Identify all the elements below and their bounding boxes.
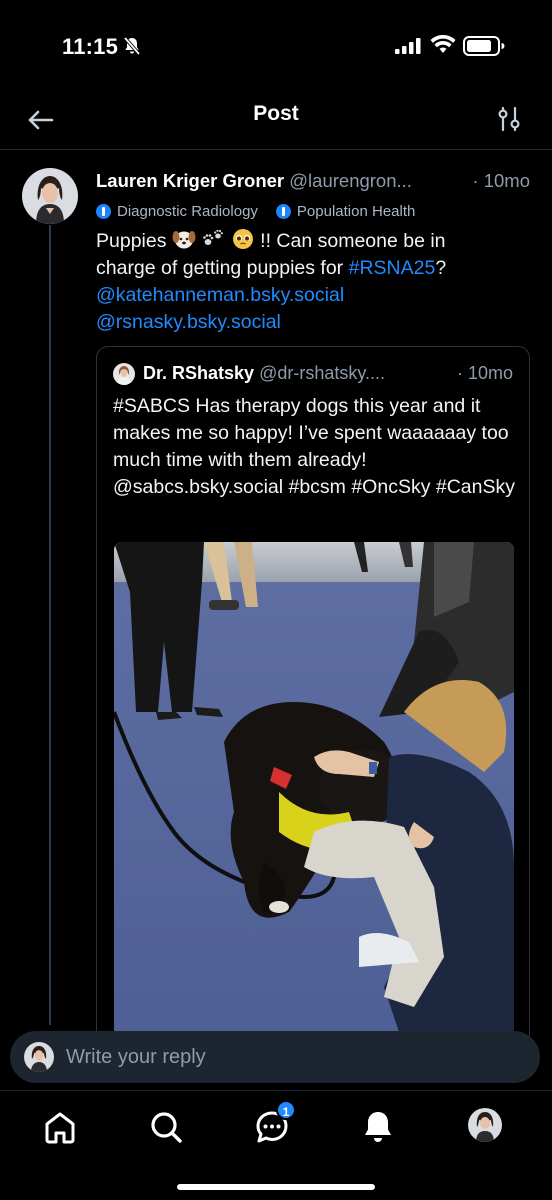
quote-post[interactable]: Dr. RShatsky @dr-rshatsky.... · 10mo #SA…	[96, 346, 530, 1046]
post-text-segment: ?	[435, 257, 447, 279]
notifications-bell-icon[interactable]	[358, 1107, 398, 1147]
quote-author-avatar[interactable]	[113, 363, 135, 385]
profile-labels: Diagnostic Radiology Population Health	[96, 200, 415, 222]
label-text: Diagnostic Radiology	[117, 202, 258, 220]
mention-link[interactable]: @katehanneman.bsky.social	[96, 284, 344, 306]
hashtag-link[interactable]: #RSNA25	[349, 257, 436, 279]
post-image[interactable]	[114, 542, 514, 1042]
avatar-photo	[468, 1108, 502, 1142]
therapy-dog-photo	[114, 542, 514, 1042]
bell-slash-icon	[123, 36, 141, 56]
avatar-photo	[113, 363, 135, 385]
reply-composer[interactable]: Write your reply	[10, 1031, 540, 1083]
home-indicator	[177, 1184, 375, 1190]
post-text: Puppies !! Can someone be in charge of g…	[96, 228, 526, 336]
quote-time[interactable]: · 10mo	[457, 363, 513, 384]
cellular-signal-icon	[395, 38, 421, 54]
reply-placeholder[interactable]: Write your reply	[66, 1046, 206, 1069]
wifi-icon	[430, 35, 456, 53]
post-text-segment: !! Can someone be in	[260, 230, 446, 252]
pleading-face-emoji-icon	[232, 229, 253, 249]
home-icon[interactable]	[40, 1107, 80, 1147]
info-icon	[275, 203, 291, 219]
quote-author-line[interactable]: Dr. RShatsky @dr-rshatsky....	[143, 363, 443, 384]
quote-author-name[interactable]: Dr. RShatsky	[143, 363, 254, 383]
chat-unread-badge: 1	[276, 1100, 296, 1120]
thread-line	[49, 225, 51, 1025]
author-name[interactable]: Lauren Kriger Groner	[96, 170, 284, 191]
dog-face-emoji-icon	[172, 231, 196, 249]
profile-avatar[interactable]	[468, 1108, 502, 1142]
quote-text: #SABCS Has therapy dogs this year and it…	[113, 395, 515, 498]
info-icon	[96, 203, 111, 219]
avatar-photo	[24, 1042, 54, 1072]
post-text-segment: charge of getting puppies for	[96, 257, 344, 279]
label-diagnostic-radiology[interactable]: Diagnostic Radiology	[96, 200, 258, 222]
label-text: Population Health	[296, 202, 416, 220]
author-avatar[interactable]	[22, 168, 78, 224]
search-icon[interactable]	[146, 1107, 186, 1147]
author-handle[interactable]: @laurengron...	[289, 170, 412, 191]
page-title: Post	[253, 102, 299, 125]
header: Post	[0, 90, 552, 150]
label-population-health[interactable]: Population Health	[275, 200, 416, 222]
avatar-photo	[22, 168, 78, 224]
status-time: 11:15	[62, 34, 119, 59]
post-time[interactable]: · 10mo	[472, 170, 530, 192]
quote-author-handle[interactable]: @dr-rshatsky....	[259, 363, 385, 383]
paw-prints-emoji-icon	[203, 229, 224, 245]
battery-icon	[463, 36, 505, 56]
post-text-segment: Puppies	[96, 230, 167, 252]
mention-link[interactable]: @rsnasky.bsky.social	[96, 311, 281, 333]
current-user-avatar	[24, 1042, 54, 1072]
thread-settings-icon[interactable]	[492, 102, 526, 136]
status-bar: 11:15	[0, 0, 552, 90]
